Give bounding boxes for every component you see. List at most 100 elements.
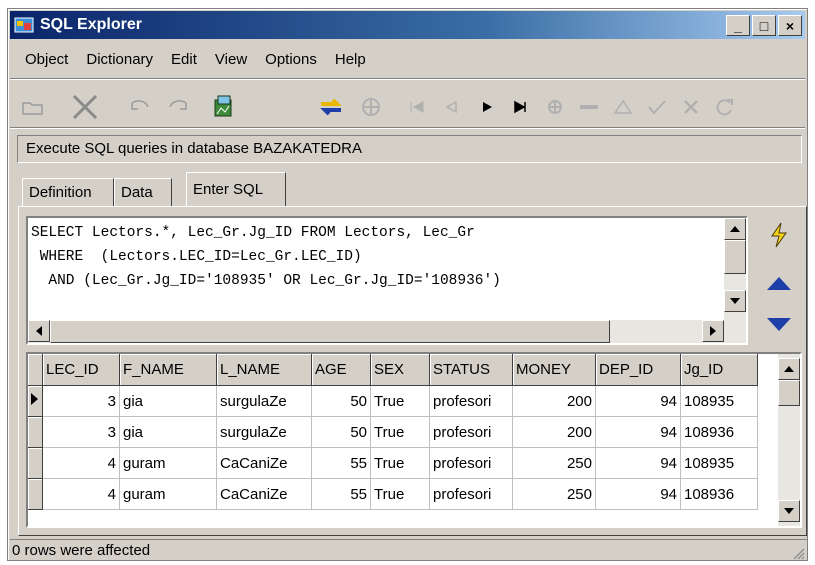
insert-record-icon[interactable] <box>540 93 570 121</box>
grid-scroll-thumb[interactable] <box>778 380 800 406</box>
grid-scroll-up-button[interactable] <box>778 358 800 380</box>
delete-record-icon[interactable] <box>574 93 604 121</box>
grid-vertical-scrollbar[interactable] <box>778 354 800 526</box>
cell-lec-id[interactable]: 3 <box>42 416 120 448</box>
col-header-lec-id[interactable]: LEC_ID <box>42 354 120 386</box>
cell-money[interactable]: 250 <box>512 478 596 510</box>
cell-sex[interactable]: True <box>370 385 430 417</box>
cell-age[interactable]: 50 <box>311 385 371 417</box>
sql-editor[interactable]: SELECT Lectors.*, Lec_Gr.Jg_ID FROM Lect… <box>26 216 748 345</box>
menu-dictionary[interactable]: Dictionary <box>77 49 162 71</box>
scroll-down-button[interactable] <box>724 290 746 312</box>
col-header-sex[interactable]: SEX <box>370 354 430 386</box>
cell-l-name[interactable]: surgulaZe <box>216 385 312 417</box>
cell-l-name[interactable]: CaCaniZe <box>216 478 312 510</box>
tab-data[interactable]: Data <box>114 178 172 206</box>
menu-edit[interactable]: Edit <box>162 49 206 71</box>
cell-money[interactable]: 200 <box>512 385 596 417</box>
undo-icon[interactable] <box>124 93 154 121</box>
col-header-f-name[interactable]: F_NAME <box>119 354 217 386</box>
cell-sex[interactable]: True <box>370 478 430 510</box>
col-header-l-name[interactable]: L_NAME <box>216 354 312 386</box>
cell-status[interactable]: profesori <box>429 447 513 479</box>
cell-status[interactable]: profesori <box>429 416 513 448</box>
post-icon[interactable] <box>642 93 672 121</box>
run-query-icon[interactable] <box>356 93 386 121</box>
cell-age[interactable]: 50 <box>311 416 371 448</box>
cell-age[interactable]: 55 <box>311 478 371 510</box>
cancel-icon[interactable] <box>676 93 706 121</box>
grid-scroll-down-button[interactable] <box>778 500 800 522</box>
cell-f-name[interactable]: guram <box>119 447 217 479</box>
dictionary-icon[interactable] <box>208 93 238 121</box>
cell-sex[interactable]: True <box>370 416 430 448</box>
scroll-right-button[interactable] <box>702 320 724 342</box>
close-button[interactable]: × <box>778 15 802 36</box>
scroll-left-button[interactable] <box>28 320 50 342</box>
row-indicator[interactable] <box>28 478 43 510</box>
edit-record-icon[interactable] <box>608 93 638 121</box>
redo-icon[interactable] <box>164 93 194 121</box>
scroll-up-button[interactable] <box>724 218 746 240</box>
cell-jg-id[interactable]: 108936 <box>680 416 758 448</box>
sql-text[interactable]: SELECT Lectors.*, Lec_Gr.Jg_ID FROM Lect… <box>31 221 501 293</box>
title-bar[interactable]: SQL Explorer _ □ × <box>10 11 805 39</box>
maximize-button[interactable]: □ <box>752 15 776 36</box>
col-header-dep-id[interactable]: DEP_ID <box>595 354 681 386</box>
first-record-icon[interactable] <box>402 93 432 121</box>
row-indicator[interactable] <box>28 416 43 448</box>
cell-lec-id[interactable]: 4 <box>42 447 120 479</box>
cell-lec-id[interactable]: 4 <box>42 478 120 510</box>
table-row[interactable]: 4 guram CaCaniZe 55 True profesori 250 9… <box>28 447 758 479</box>
cell-jg-id[interactable]: 108935 <box>680 447 758 479</box>
minimize-button[interactable]: _ <box>726 15 750 36</box>
hscroll-thumb[interactable] <box>50 320 610 343</box>
menu-help[interactable]: Help <box>326 49 375 71</box>
col-header-age[interactable]: AGE <box>311 354 371 386</box>
open-folder-icon[interactable] <box>18 93 48 121</box>
cell-lec-id[interactable]: 3 <box>42 385 120 417</box>
refresh-data-icon[interactable] <box>710 93 740 121</box>
tab-enter-sql[interactable]: Enter SQL <box>186 172 286 206</box>
menu-options[interactable]: Options <box>256 49 326 71</box>
sql-vertical-scrollbar[interactable] <box>724 218 746 320</box>
cell-dep-id[interactable]: 94 <box>595 416 681 448</box>
execute-button[interactable] <box>764 221 794 249</box>
table-row[interactable]: 3 gia surgulaZe 50 True profesori 200 94… <box>28 416 758 448</box>
delete-x-icon[interactable] <box>70 93 100 121</box>
previous-query-button[interactable] <box>764 269 794 297</box>
cell-sex[interactable]: True <box>370 447 430 479</box>
cell-jg-id[interactable]: 108936 <box>680 478 758 510</box>
cell-l-name[interactable]: surgulaZe <box>216 416 312 448</box>
cell-status[interactable]: profesori <box>429 385 513 417</box>
scroll-thumb[interactable] <box>724 240 746 274</box>
col-header-jg-id[interactable]: Jg_ID <box>680 354 758 386</box>
table-row[interactable]: 4 guram CaCaniZe 55 True profesori 250 9… <box>28 478 758 510</box>
cell-f-name[interactable]: gia <box>119 385 217 417</box>
cell-dep-id[interactable]: 94 <box>595 385 681 417</box>
cell-money[interactable]: 250 <box>512 447 596 479</box>
sql-horizontal-scrollbar[interactable] <box>28 320 746 343</box>
cell-dep-id[interactable]: 94 <box>595 447 681 479</box>
next-query-button[interactable] <box>764 311 794 339</box>
cell-money[interactable]: 200 <box>512 416 596 448</box>
menu-object[interactable]: Object <box>16 49 77 71</box>
resize-grip-icon[interactable] <box>791 546 805 560</box>
cell-status[interactable]: profesori <box>429 478 513 510</box>
prior-record-icon[interactable] <box>436 93 466 121</box>
last-record-icon[interactable] <box>506 93 536 121</box>
cell-jg-id[interactable]: 108935 <box>680 385 758 417</box>
refresh-icon[interactable] <box>316 93 346 121</box>
cell-dep-id[interactable]: 94 <box>595 478 681 510</box>
row-indicator[interactable] <box>28 447 43 479</box>
col-header-money[interactable]: MONEY <box>512 354 596 386</box>
table-row[interactable]: 3 gia surgulaZe 50 True profesori 200 94… <box>28 385 758 417</box>
cell-f-name[interactable]: guram <box>119 478 217 510</box>
col-header-status[interactable]: STATUS <box>429 354 513 386</box>
cell-f-name[interactable]: gia <box>119 416 217 448</box>
cell-age[interactable]: 55 <box>311 447 371 479</box>
cell-l-name[interactable]: CaCaniZe <box>216 447 312 479</box>
row-indicator[interactable] <box>28 385 43 417</box>
tab-definition[interactable]: Definition <box>22 178 114 206</box>
next-record-icon[interactable] <box>472 93 502 121</box>
